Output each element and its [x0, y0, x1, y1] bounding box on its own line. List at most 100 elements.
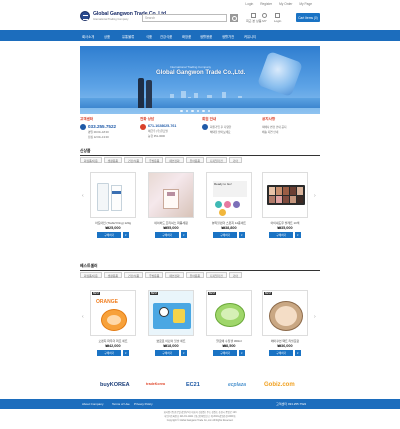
footer-link-privacy[interactable]: Privacy Policy	[134, 402, 153, 406]
search-input[interactable]: Search	[142, 14, 227, 22]
tab-category[interactable]: 주방용품	[145, 157, 164, 163]
cart-icon[interactable]: ▾	[122, 350, 129, 356]
partner-logo-ec21[interactable]: EC21	[186, 382, 200, 388]
nav-item-health[interactable]: 건강식품	[160, 34, 172, 39]
nav-item-products[interactable]: 상품	[104, 34, 110, 39]
info-strip: 고객센터 033.255.7522 평일 09:00~18:00 점심 12:0…	[80, 117, 320, 145]
product-name[interactable]: 오렌지 파우더 퍼프 세트	[90, 339, 136, 343]
product-name[interactable]: 아이섀도우 팔레트 10색	[262, 221, 308, 225]
buy-button[interactable]: 구매하기	[213, 232, 238, 238]
product-image[interactable]	[148, 172, 194, 218]
nav-item-appliance[interactable]: 생활가전	[222, 34, 234, 39]
banner-dot[interactable]	[185, 109, 188, 112]
product-image[interactable]: Ready to Go!	[206, 172, 252, 218]
partner-logo-ecplaza[interactable]: ecplaza	[228, 382, 246, 388]
footer-bar: About Company Terms of Use Privacy Polic…	[0, 399, 400, 409]
banner-dot[interactable]	[202, 109, 205, 112]
product-image[interactable]: BEST ORANGE	[90, 290, 136, 336]
product-image[interactable]: BEST	[206, 290, 252, 336]
tab-category[interactable]: 화장품/미용	[80, 272, 102, 278]
product-name[interactable]: 뷰티블렌더 스펀지 12종세트	[206, 221, 252, 225]
nav-item-company[interactable]: 회사소개	[82, 34, 94, 39]
product-name[interactable]: 알로에 수딩젤 300ml	[206, 339, 252, 343]
login-link[interactable]: Login	[274, 13, 281, 23]
buy-button[interactable]: 구매하기	[155, 350, 180, 356]
partner-logo-tradekorea[interactable]: tradeKorea	[146, 382, 165, 386]
product-name[interactable]: 뽀로로 어린이 칫솔 세트	[148, 339, 194, 343]
product-card[interactable]: Ready to Go! 뷰티블렌더 스펀지 12종세트 ₩38,800 구매하…	[206, 172, 252, 238]
recent-items-link[interactable]: 최근 본 상품	[246, 13, 261, 23]
product-image[interactable]	[90, 172, 136, 218]
tab-category[interactable]: 건강/식품	[123, 157, 144, 163]
top-link-login[interactable]: Login	[245, 2, 253, 6]
tab-category[interactable]: 건강/식품	[123, 272, 144, 278]
nav-item-food[interactable]: 식품	[146, 34, 152, 39]
tab-category[interactable]: 패션잡화	[165, 157, 184, 163]
product-card[interactable]: 아토마인 (THAHYOng) 120g ₩25,000 구매하기 ▾	[90, 172, 136, 238]
top-link-register[interactable]: Register	[260, 2, 272, 6]
info-notice[interactable]: 공지사항 택배사 변경 안내 공지 배송 지연 안내	[262, 117, 320, 145]
carousel-prev-icon[interactable]: ‹	[82, 314, 84, 320]
tab-category[interactable]: 패션잡화	[165, 272, 184, 278]
nav-item-logistics[interactable]: 유통물류	[122, 34, 134, 39]
buy-button[interactable]: 구매하기	[269, 232, 294, 238]
footer-link-terms[interactable]: Terms of Use	[112, 402, 130, 406]
tab-category[interactable]: 디지털가전	[205, 272, 227, 278]
tab-category[interactable]: 생활용품	[103, 157, 122, 163]
cart-icon[interactable]: ▾	[294, 350, 301, 356]
lock-icon	[275, 13, 281, 18]
footer-link-about[interactable]: About Company	[82, 402, 104, 406]
banner-dot[interactable]	[207, 109, 210, 112]
carousel-next-icon[interactable]: ›	[314, 314, 316, 320]
tab-category[interactable]: 디지털가전	[205, 157, 227, 163]
hero-banner[interactable]: International Trading Company Global Gan…	[80, 46, 320, 114]
tab-category[interactable]: 생활용품	[103, 272, 122, 278]
product-name[interactable]: 네이처드 프리셔스 퍼퓸세럼	[148, 221, 194, 225]
cart-icon[interactable]: ▾	[122, 232, 129, 238]
carousel-prev-icon[interactable]: ‹	[82, 193, 84, 199]
my-link[interactable]: MY	[262, 13, 267, 23]
cart-icon[interactable]: ▾	[238, 232, 245, 238]
top-link-my-page[interactable]: My Page	[299, 2, 312, 6]
buy-button[interactable]: 구매하기	[97, 232, 122, 238]
nav-item-living[interactable]: 생활용품	[200, 34, 212, 39]
cart-button[interactable]: Cart Items (0)	[296, 13, 320, 22]
carousel-next-icon[interactable]: ›	[314, 193, 316, 199]
product-image[interactable]: BEST	[262, 290, 308, 336]
product-name[interactable]: 에어쿠션 팩트 리필포함	[262, 339, 308, 343]
tab-category[interactable]: 기타	[228, 157, 242, 163]
cart-icon[interactable]: ▾	[238, 350, 245, 356]
buy-button[interactable]: 구매하기	[97, 350, 122, 356]
nav-item-community[interactable]: 커뮤니티	[244, 34, 256, 39]
cart-icon[interactable]: ▾	[180, 232, 187, 238]
banner-dot[interactable]	[180, 109, 183, 112]
product-name[interactable]: 아토마인 (THAHYOng) 120g	[90, 221, 136, 225]
product-card[interactable]: BEST ORANGE 오렌지 파우더 퍼프 세트 ₩42,000 구매하기 ▾	[90, 290, 136, 356]
product-card[interactable]: BEST 뽀로로 어린이 칫솔 세트 ₩18,000 구매하기 ▾	[148, 290, 194, 356]
cart-icon[interactable]: ▾	[294, 232, 301, 238]
nav-item-cosmetics[interactable]: 화장품	[182, 34, 191, 39]
product-card[interactable]: 아이섀도우 팔레트 10색 ₩35,000 구매하기 ▾	[262, 172, 308, 238]
product-card[interactable]: BEST 에어쿠션 팩트 리필포함 ₩36,000 구매하기 ▾	[262, 290, 308, 356]
info-member[interactable]: 회원 안내 회원가입 후 다양한 혜택을 받아보세요	[202, 117, 260, 145]
buy-button[interactable]: 구매하기	[155, 232, 180, 238]
partner-logo-buykorea[interactable]: buyKOREA	[100, 382, 130, 388]
product-card[interactable]: 네이처드 프리셔스 퍼퓸세럼 ₩55,000 구매하기 ▾	[148, 172, 194, 238]
buy-button[interactable]: 구매하기	[213, 350, 238, 356]
tab-category[interactable]: 기타	[228, 272, 242, 278]
product-image[interactable]	[262, 172, 308, 218]
tab-category[interactable]: 화장품/미용	[80, 157, 102, 163]
banner-dot[interactable]	[191, 109, 194, 112]
tab-category[interactable]: 주방용품	[145, 272, 164, 278]
partner-logo-gobiz[interactable]: Gobiz.com	[264, 382, 295, 388]
tab-category[interactable]: 유아용품	[185, 272, 204, 278]
top-link-my-order[interactable]: My Order	[279, 2, 292, 6]
tab-category[interactable]: 유아용품	[185, 157, 204, 163]
product-image[interactable]: BEST	[148, 290, 194, 336]
banner-dot[interactable]	[196, 109, 199, 112]
banner-subtitle: International Trading Company	[170, 65, 212, 69]
cart-icon[interactable]: ▾	[180, 350, 187, 356]
product-card[interactable]: BEST 알로에 수딩젤 300ml ₩8,500 구매하기 ▾	[206, 290, 252, 356]
buy-button[interactable]: 구매하기	[269, 350, 294, 356]
search-icon[interactable]	[230, 14, 238, 22]
